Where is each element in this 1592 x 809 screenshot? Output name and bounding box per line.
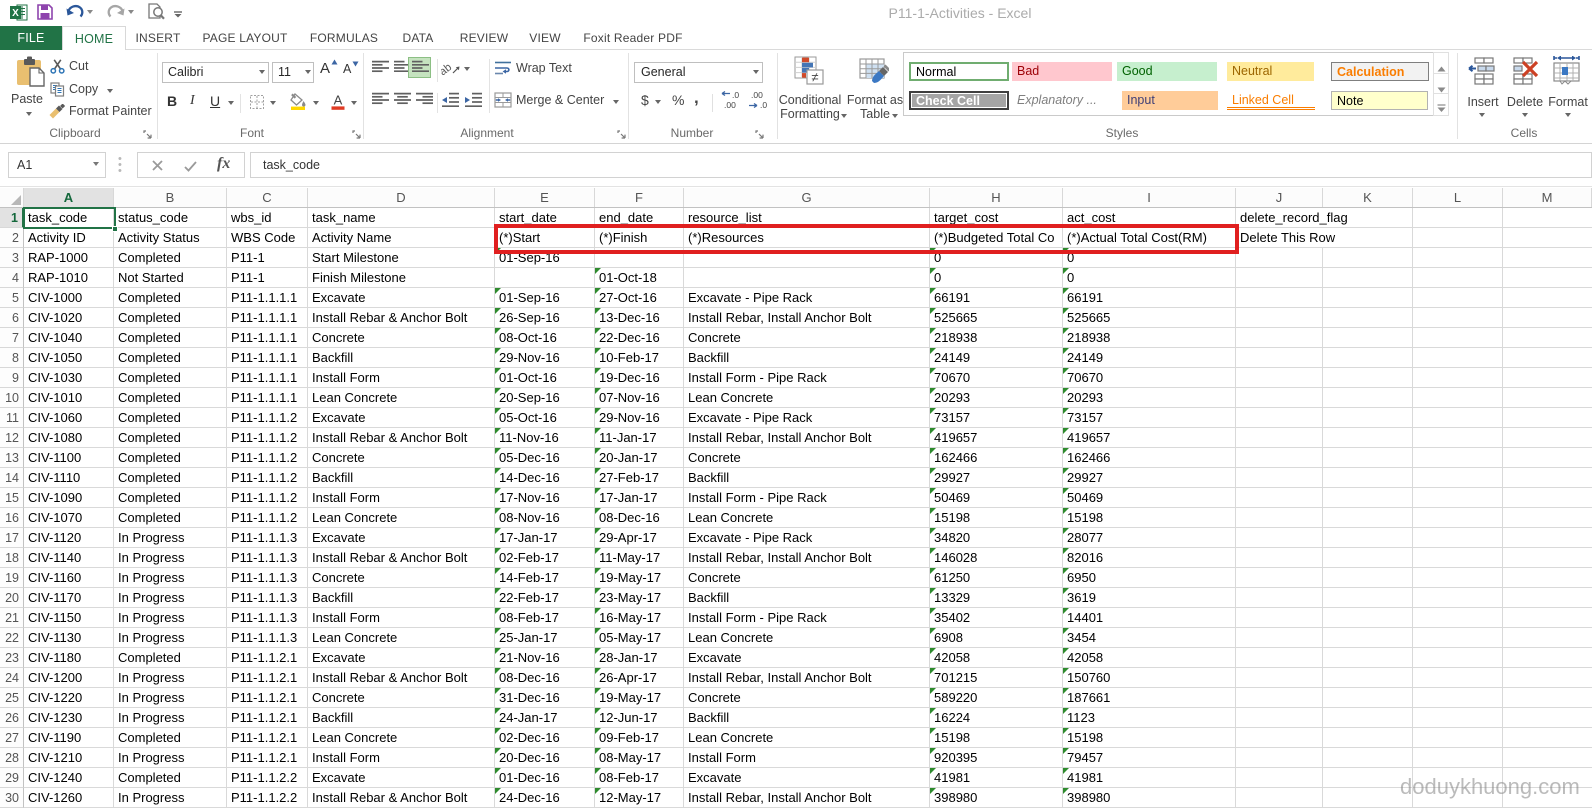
svg-text:.0: .0 <box>732 90 739 100</box>
svg-text:≠: ≠ <box>811 70 818 85</box>
svg-text:.00: .00 <box>724 100 736 110</box>
svg-text:.0: .0 <box>760 100 767 110</box>
svg-text:A: A <box>334 93 343 108</box>
svg-text:.00: .00 <box>751 90 763 100</box>
svg-text:X: X <box>12 8 19 19</box>
svg-text:ab: ab <box>441 61 454 77</box>
